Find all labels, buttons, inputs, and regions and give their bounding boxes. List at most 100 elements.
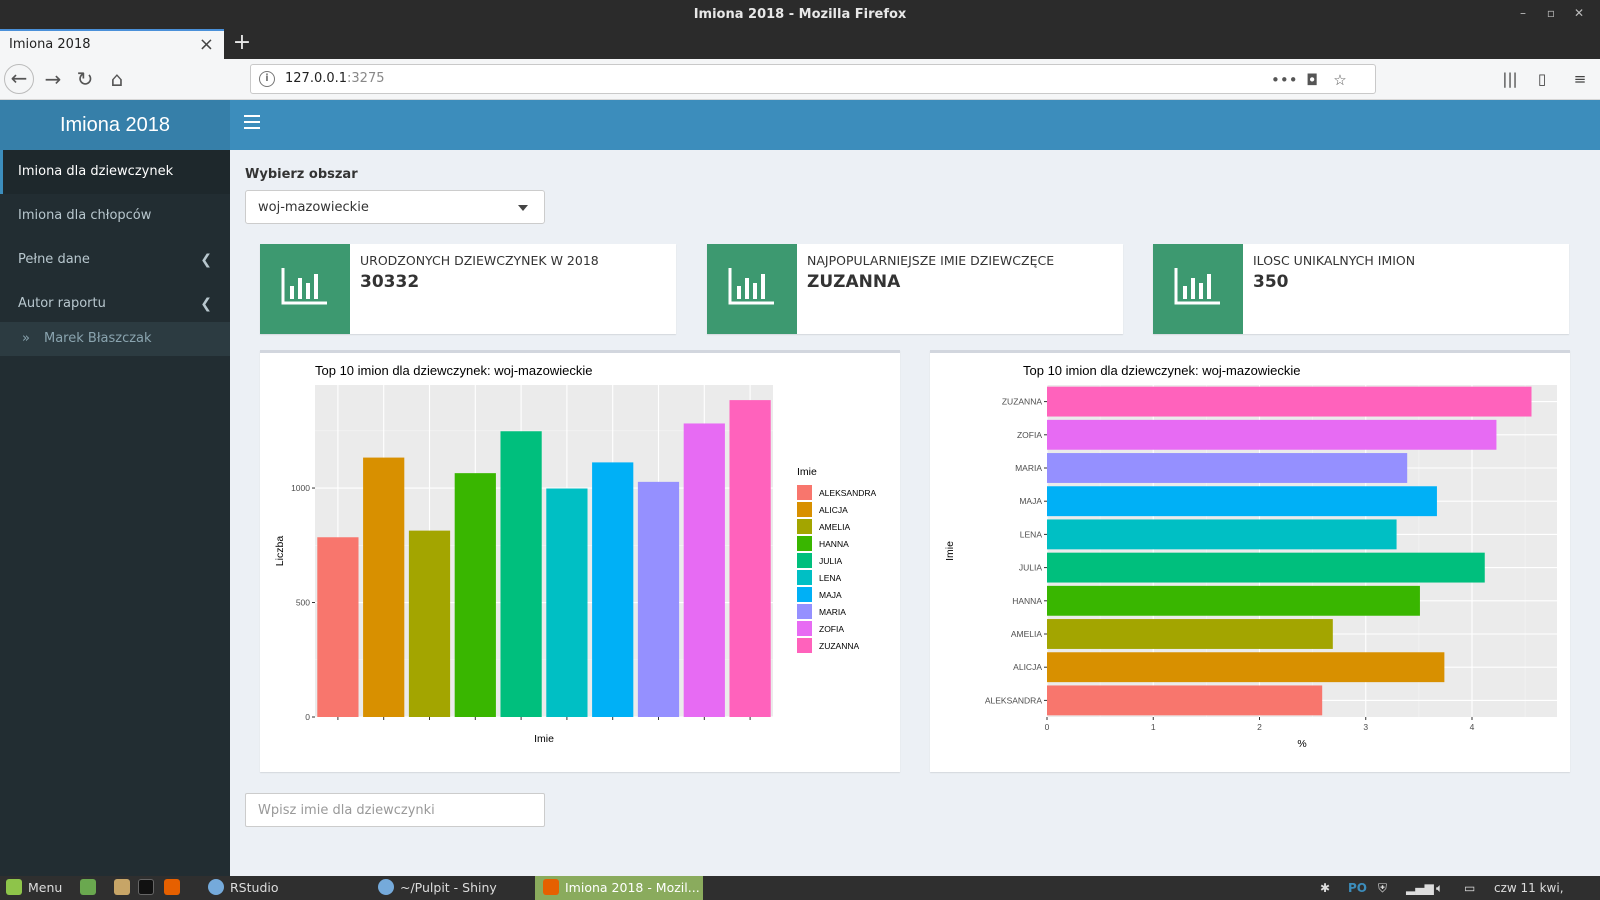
- chart-box-counts: Top 10 imion dla dziewczynek: woj-mazowi…: [260, 350, 900, 772]
- double-angle-right-icon: »: [22, 331, 30, 346]
- y-tick-label: ZOFIA: [1017, 430, 1042, 440]
- legend-swatch-lena: [797, 570, 812, 585]
- bar-lena: [546, 488, 588, 717]
- legend-swatch-zofia: [797, 621, 812, 636]
- legend-label: MARIA: [819, 607, 846, 617]
- legend-swatch-hanna: [797, 536, 812, 551]
- legend-label: AMELIA: [819, 522, 851, 532]
- bar-julia: [1047, 552, 1485, 583]
- infobox-unique-names: Ilosc unikalnych imion 350: [1153, 244, 1569, 334]
- show-desktop-icon[interactable]: [80, 876, 102, 900]
- terminal-icon[interactable]: [138, 876, 160, 900]
- bar-maria: [1047, 453, 1408, 483]
- back-arrow-icon[interactable]: ←: [4, 64, 34, 94]
- taskbar: Menu RStudio ~/Pulpit - Shiny Imiona 201…: [0, 876, 1600, 900]
- legend-swatch-alicja: [797, 502, 812, 517]
- sidebar-subitem-author[interactable]: » Marek Błaszczak: [0, 322, 230, 356]
- region-select[interactable]: woj-mazowieckie: [245, 190, 545, 224]
- start-menu-button[interactable]: Menu: [6, 876, 62, 900]
- minimize-icon[interactable]: –: [1512, 0, 1534, 29]
- browser-tab[interactable]: Imiona 2018 ×: [0, 29, 224, 59]
- app-header: [230, 100, 1600, 150]
- y-tick-label: HANNA: [1012, 596, 1042, 606]
- page-actions-icon[interactable]: •••: [1271, 69, 1298, 91]
- new-tab-icon[interactable]: +: [232, 29, 252, 59]
- sidebar-item-girls-names[interactable]: Imiona dla dziewczynek: [0, 150, 230, 194]
- x-axis-label: Imie: [534, 733, 554, 745]
- y-tick-label: 500: [296, 598, 310, 608]
- legend-label: ALEKSANDRA: [819, 488, 876, 498]
- chart-title: Top 10 imion dla dziewczynek: woj-mazowi…: [315, 363, 592, 378]
- task-firefox[interactable]: Imiona 2018 - Mozil...: [535, 876, 703, 900]
- legend-label: LENA: [819, 573, 842, 583]
- window-titlebar: Imiona 2018 - Mozilla Firefox: [0, 0, 1600, 29]
- chart-title: Top 10 imion dla dziewczynek: woj-mazowi…: [1023, 363, 1300, 378]
- infobox-value: ZUZANNA: [807, 272, 901, 292]
- pocket-icon[interactable]: ◘: [1301, 69, 1323, 91]
- bar-amelia: [1047, 619, 1333, 649]
- girl-name-input[interactable]: [245, 793, 545, 827]
- bar-chart-percent: Top 10 imion dla dziewczynek: woj-mazowi…: [944, 363, 1557, 750]
- legend-label: ZOFIA: [819, 624, 844, 634]
- volume-icon[interactable]: 🔈︎: [1436, 876, 1443, 900]
- bar-chart-icon: [707, 244, 797, 334]
- y-tick-label: MARIA: [1015, 463, 1042, 473]
- task-file-manager[interactable]: ~/Pulpit - Shiny: [370, 876, 534, 900]
- sidebar-toggle-icon[interactable]: ▯: [1530, 68, 1554, 90]
- bar-alicja: [363, 457, 405, 717]
- infobox-title: Najpopularniejsze imie dziewczęce: [807, 253, 1055, 268]
- close-tab-icon[interactable]: ×: [199, 34, 214, 55]
- x-tick-label: 3: [1363, 722, 1368, 732]
- bar-lena: [1047, 519, 1397, 550]
- bluetooth-icon[interactable]: ✱: [1320, 876, 1330, 900]
- battery-icon[interactable]: ▭: [1464, 876, 1475, 900]
- y-axis-label: Liczba: [274, 536, 286, 567]
- legend-swatch-maja: [797, 587, 812, 602]
- files-icon[interactable]: [114, 876, 136, 900]
- sidebar-toggle-icon[interactable]: [244, 115, 260, 129]
- bar-zofia: [683, 423, 725, 717]
- bar-hanna: [1047, 585, 1420, 616]
- y-tick-label: ZUZANNA: [1002, 397, 1042, 407]
- bar-maja: [1047, 486, 1437, 517]
- infobox-births: Urodzonych dziewczynek w 2018 30332: [260, 244, 676, 334]
- legend-swatch-maria: [797, 604, 812, 619]
- bar-julia: [500, 431, 542, 717]
- infobox-value: 350: [1253, 272, 1289, 292]
- shield-icon[interactable]: ⛨: [1378, 876, 1387, 900]
- bar-chart-icon: [1153, 244, 1243, 334]
- network-icon[interactable]: ▂▄▆: [1406, 876, 1434, 900]
- legend-label: ZUZANNA: [819, 641, 859, 651]
- site-info-icon[interactable]: i: [259, 71, 275, 87]
- caret-down-icon: [518, 205, 528, 211]
- y-tick-label: JULIA: [1019, 563, 1042, 573]
- keyboard-layout-indicator[interactable]: PO: [1348, 876, 1367, 900]
- reload-icon[interactable]: ↻: [70, 65, 100, 93]
- bar-zofia: [1047, 419, 1497, 450]
- app-logo[interactable]: Imiona 2018: [0, 100, 230, 150]
- bar-hanna: [454, 473, 496, 717]
- legend-swatch-aleksandra: [797, 485, 812, 500]
- url-bar[interactable]: i 127.0.0.1:3275 ••• ◘ ☆: [250, 64, 1376, 94]
- firefox-launcher-icon[interactable]: [164, 876, 186, 900]
- mint-logo-icon: [6, 879, 22, 895]
- sidebar-item-report-author[interactable]: Autor raportu ❮: [0, 282, 230, 326]
- bar-zuzanna: [1047, 386, 1532, 417]
- legend-swatch-zuzanna: [797, 638, 812, 653]
- library-icon[interactable]: |||: [1498, 68, 1522, 90]
- url-text: 127.0.0.1:3275: [285, 71, 385, 86]
- forward-arrow-icon[interactable]: →: [38, 65, 68, 93]
- chevron-left-icon: ❮: [200, 296, 212, 312]
- restore-icon[interactable]: ▫: [1540, 0, 1562, 29]
- sidebar-item-boys-names[interactable]: Imiona dla chłopców: [0, 194, 230, 238]
- menu-icon[interactable]: ≡: [1568, 68, 1592, 90]
- close-window-icon[interactable]: ✕: [1568, 0, 1590, 29]
- clock[interactable]: czw 11 kwi, 17:01: [1494, 876, 1600, 900]
- home-icon[interactable]: ⌂: [102, 65, 132, 93]
- bookmark-star-icon[interactable]: ☆: [1329, 69, 1351, 91]
- sidebar-item-full-data[interactable]: Pełne dane ❮: [0, 238, 230, 282]
- task-rstudio[interactable]: RStudio: [200, 876, 368, 900]
- bar-maja: [592, 462, 634, 717]
- infobox-title: Urodzonych dziewczynek w 2018: [360, 253, 599, 268]
- window-title: Imiona 2018 - Mozilla Firefox: [693, 7, 907, 22]
